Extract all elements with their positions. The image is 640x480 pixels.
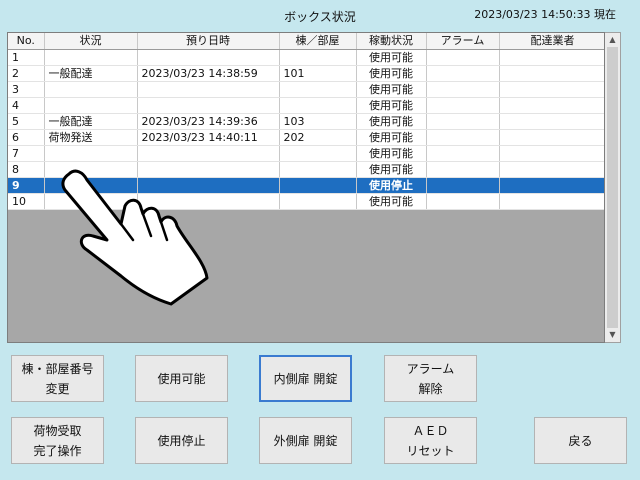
table-row[interactable]: 7 使用可能 (8, 145, 604, 162)
inner-door-unlock-button[interactable]: 内側扉 開錠 (259, 355, 352, 402)
current-datetime: 2023/03/23 14:50:33 現在 (474, 8, 616, 21)
receive-complete-button[interactable]: 荷物受取 完了操作 (11, 417, 104, 464)
table-row[interactable]: 4 使用可能 (8, 97, 604, 114)
table-cell: 8 (8, 161, 45, 178)
column-header[interactable]: 稼動状況 (356, 33, 427, 50)
table-cell (499, 81, 604, 98)
column-header[interactable]: アラーム (426, 33, 500, 50)
alarm-reset-button[interactable]: アラーム 解除 (384, 355, 477, 402)
table-cell: 202 (279, 129, 357, 146)
table-cell (426, 193, 500, 210)
table-row[interactable]: 6 荷物発送 2023/03/23 14:40:11 202 使用可能 (8, 129, 604, 146)
table-cell (499, 145, 604, 162)
table-cell (426, 177, 500, 194)
table-cell (279, 193, 357, 210)
table-cell (499, 113, 604, 130)
table-cell: 3 (8, 81, 45, 98)
disable-button[interactable]: 使用停止 (135, 417, 228, 464)
table-cell: 7 (8, 145, 45, 162)
scroll-up-icon[interactable]: ▲ (605, 33, 620, 47)
table-cell: 使用停止 (356, 177, 427, 194)
table-cell: 101 (279, 65, 357, 82)
column-header[interactable]: 預り日時 (137, 33, 280, 50)
table-cell: 荷物発送 (44, 129, 138, 146)
table-row[interactable]: 5 一般配達 2023/03/23 14:39:36 103 使用可能 (8, 113, 604, 130)
table-cell (426, 49, 500, 66)
table-cell (499, 193, 604, 210)
back-button[interactable]: 戻る (534, 417, 627, 464)
table-cell (279, 145, 357, 162)
table-cell (279, 49, 357, 66)
outer-door-unlock-button[interactable]: 外側扉 開錠 (259, 417, 352, 464)
scroll-down-icon[interactable]: ▼ (605, 328, 620, 342)
column-header[interactable]: 配達業者 (499, 33, 604, 50)
table-cell (499, 49, 604, 66)
table-cell (426, 113, 500, 130)
table-scrollbar[interactable]: ▲ ▼ (605, 32, 621, 343)
table-cell (44, 145, 138, 162)
room-number-change-button[interactable]: 棟・部屋番号 変更 (11, 355, 104, 402)
table-cell: 使用可能 (356, 97, 427, 114)
table-cell (499, 65, 604, 82)
table-header: No. 状況 預り日時 棟／部屋 稼動状況 アラーム 配達業者 (8, 33, 604, 50)
table-cell: 使用可能 (356, 145, 427, 162)
table-cell: 一般配達 (44, 113, 138, 130)
table-cell: 使用可能 (356, 193, 427, 210)
column-header[interactable]: No. (8, 33, 45, 50)
table-cell (44, 81, 138, 98)
table-cell (499, 177, 604, 194)
table-cell: 使用可能 (356, 129, 427, 146)
table-cell (426, 97, 500, 114)
table-cell (137, 97, 280, 114)
table-cell: 2023/03/23 14:38:59 (137, 65, 280, 82)
table-cell (426, 129, 500, 146)
table-row[interactable]: 1 使用可能 (8, 49, 604, 66)
aed-reset-button[interactable]: ＡＥＤ リセット (384, 417, 477, 464)
table-cell: 使用可能 (356, 81, 427, 98)
table-cell: 使用可能 (356, 113, 427, 130)
table-cell: 使用可能 (356, 161, 427, 178)
table-cell: 1 (8, 49, 45, 66)
table-cell (279, 177, 357, 194)
table-cell: 2023/03/23 14:40:11 (137, 129, 280, 146)
table-cell: 9 (8, 177, 45, 194)
table-cell (426, 145, 500, 162)
table-cell (44, 49, 138, 66)
table-cell (499, 97, 604, 114)
table-cell (137, 145, 280, 162)
table-cell: 103 (279, 113, 357, 130)
table-cell: 10 (8, 193, 45, 210)
table-cell (426, 81, 500, 98)
table-cell: 6 (8, 129, 45, 146)
table-cell (137, 49, 280, 66)
scroll-thumb[interactable] (607, 47, 618, 328)
table-cell: 使用可能 (356, 49, 427, 66)
table-cell: 一般配達 (44, 65, 138, 82)
table-cell: 2023/03/23 14:39:36 (137, 113, 280, 130)
table-cell (137, 81, 280, 98)
table-cell (426, 65, 500, 82)
table-cell (44, 97, 138, 114)
hand-pointer-icon (61, 169, 209, 306)
table-row[interactable]: 3 使用可能 (8, 81, 604, 98)
table-cell: 5 (8, 113, 45, 130)
table-cell (279, 81, 357, 98)
table-cell: 4 (8, 97, 45, 114)
table-cell (279, 161, 357, 178)
table-cell: 2 (8, 65, 45, 82)
table-cell (279, 97, 357, 114)
table-cell (499, 161, 604, 178)
enable-button[interactable]: 使用可能 (135, 355, 228, 402)
table-cell (499, 129, 604, 146)
table-cell: 使用可能 (356, 65, 427, 82)
table-cell (426, 161, 500, 178)
table-row[interactable]: 2 一般配達 2023/03/23 14:38:59 101 使用可能 (8, 65, 604, 82)
column-header[interactable]: 棟／部屋 (279, 33, 357, 50)
column-header[interactable]: 状況 (44, 33, 138, 50)
